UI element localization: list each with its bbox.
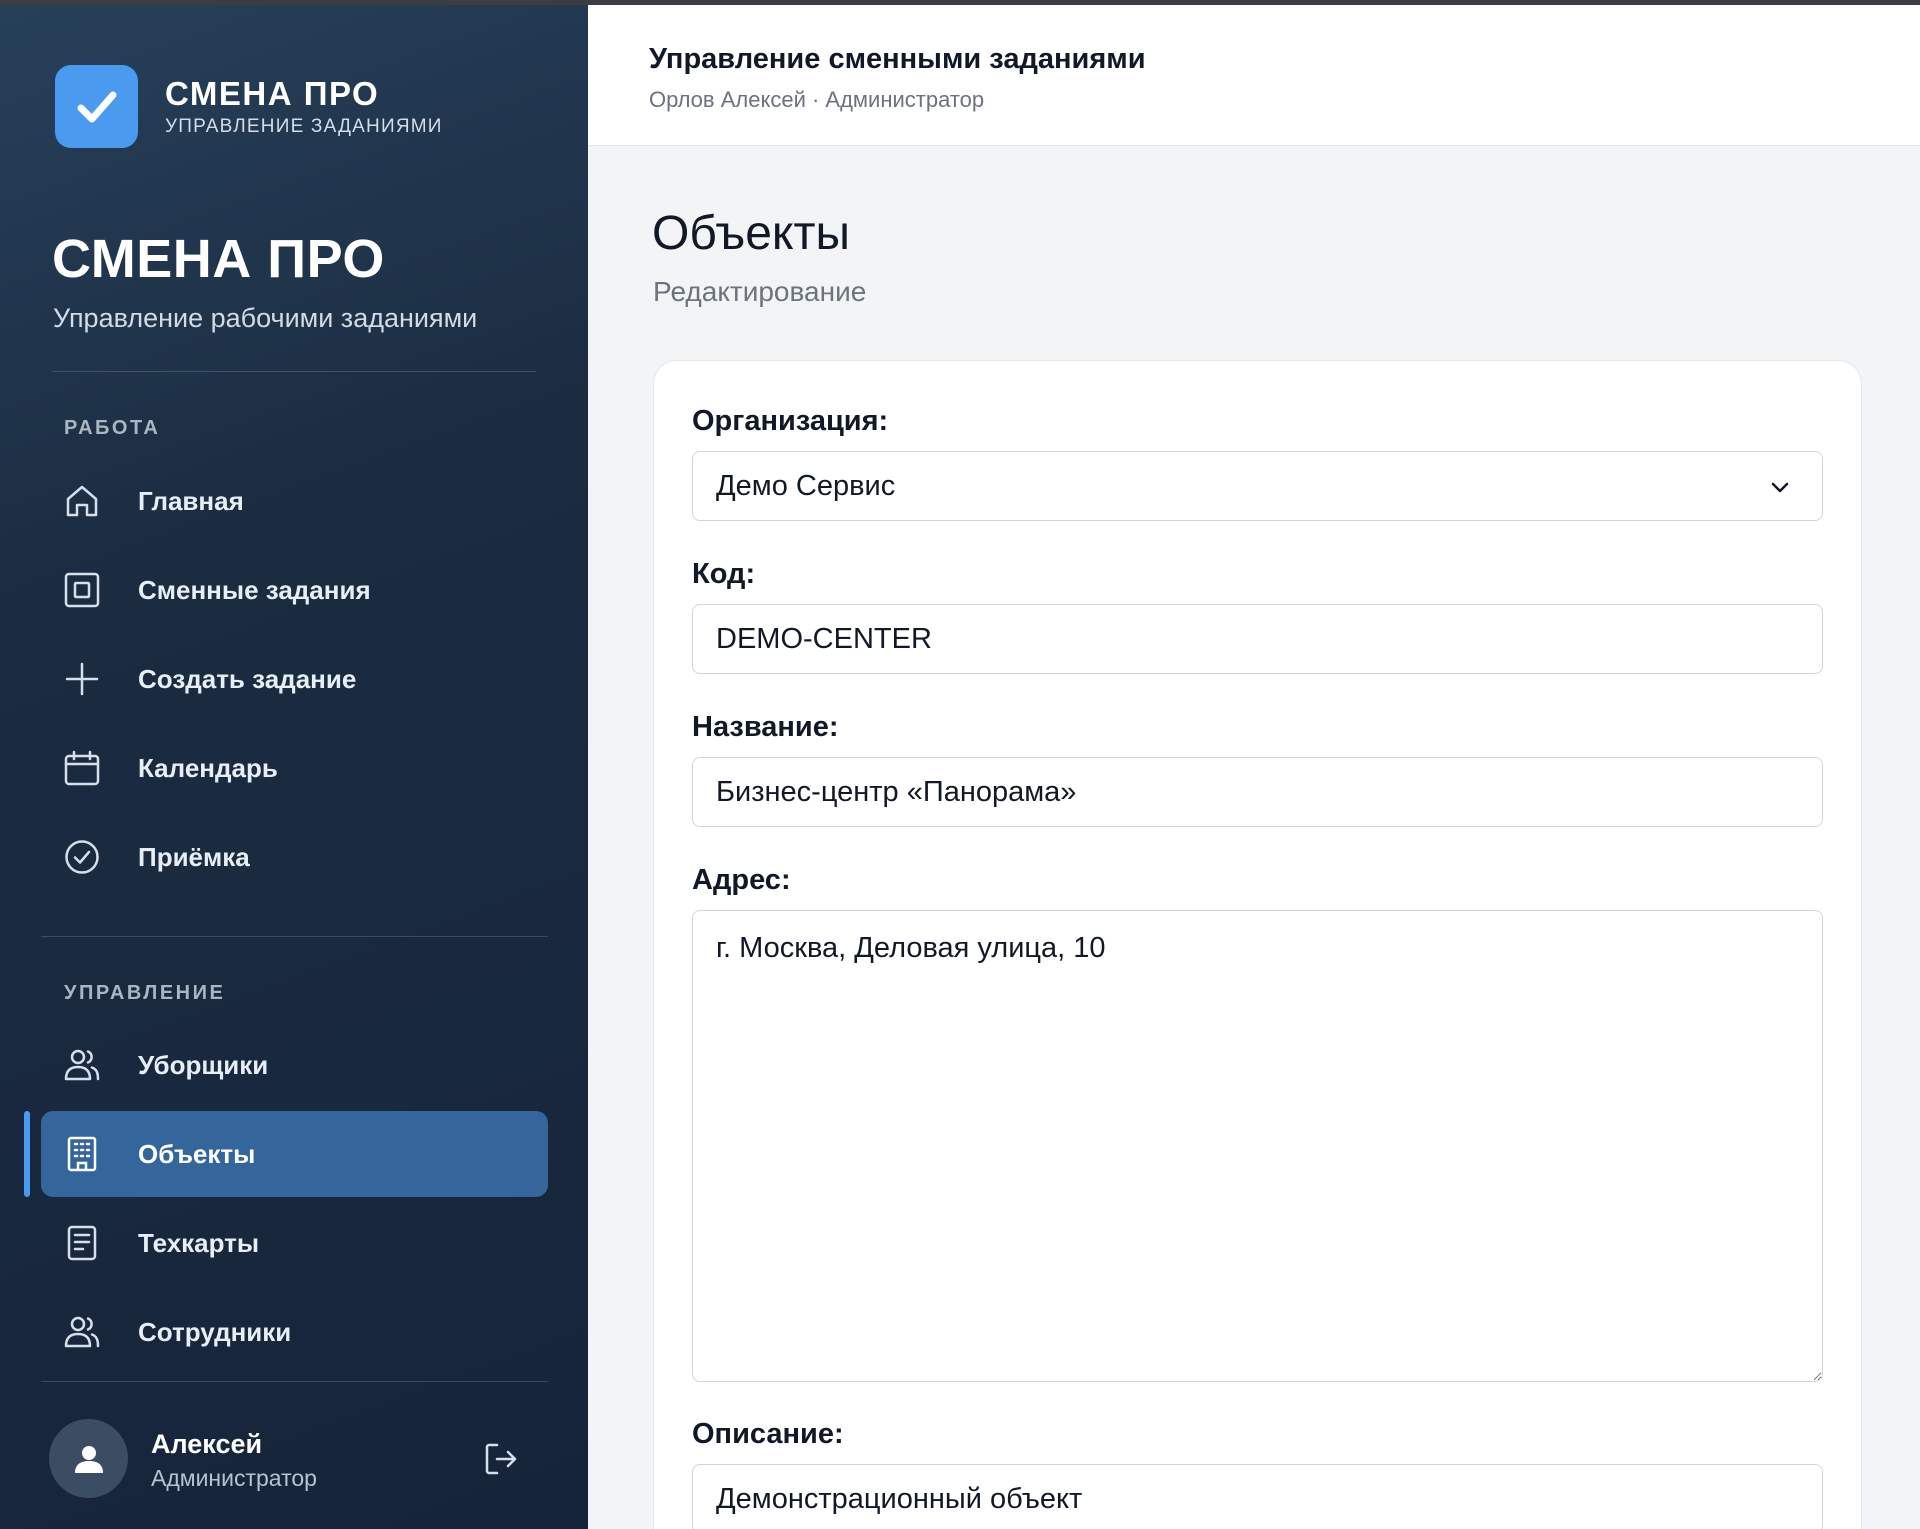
sidebar-item-label: Объекты bbox=[138, 1138, 256, 1169]
document-icon bbox=[67, 1225, 97, 1261]
sidebar-item-label: Главная bbox=[138, 485, 244, 516]
code-label: Код: bbox=[692, 558, 756, 590]
sidebar-item-cleaners[interactable]: Уборщики bbox=[41, 1022, 548, 1108]
app-subtitle: Управление рабочими заданиями bbox=[53, 303, 478, 333]
sidebar: СМЕНА ПРО УПРАВЛЕНИЕ ЗАДАНИЯМИ СМЕНА ПРО… bbox=[0, 5, 588, 1529]
sidebar-item-tech-cards[interactable]: Техкарты bbox=[41, 1200, 548, 1286]
building-icon bbox=[67, 1136, 97, 1172]
users-icon bbox=[64, 1049, 100, 1081]
logout-icon[interactable] bbox=[481, 1439, 521, 1479]
user-role: Администратор bbox=[151, 1465, 317, 1491]
sidebar-item-objects[interactable]: Объекты bbox=[41, 1111, 548, 1197]
divider bbox=[41, 936, 548, 937]
sidebar-item-label: Сотрудники bbox=[138, 1316, 292, 1347]
code-input[interactable] bbox=[692, 604, 1823, 674]
user-icon bbox=[74, 1445, 103, 1473]
task-square-icon bbox=[64, 572, 100, 608]
user-name: Алексей bbox=[151, 1429, 263, 1459]
sidebar-item-label: Уборщики bbox=[138, 1049, 269, 1080]
avatar[interactable] bbox=[49, 1419, 128, 1498]
plus-icon bbox=[65, 662, 99, 696]
brand-subtitle: УПРАВЛЕНИЕ ЗАДАНИЯМИ bbox=[165, 115, 443, 137]
sidebar-item-label: Создать задание bbox=[138, 663, 357, 694]
organization-select-value: Демо Сервис bbox=[716, 469, 896, 502]
divider bbox=[41, 1381, 548, 1382]
address-textarea[interactable]: г. Москва, Деловая улица, 10 bbox=[692, 910, 1823, 1382]
sidebar-item-calendar[interactable]: Календарь bbox=[41, 725, 548, 811]
page-title: Объекты bbox=[652, 207, 850, 260]
section-title-manage: УПРАВЛЕНИЕ bbox=[64, 982, 226, 1004]
sidebar-item-label: Техкарты bbox=[138, 1227, 260, 1258]
users-icon bbox=[64, 1316, 100, 1348]
brand-name: СМЕНА ПРО bbox=[165, 74, 380, 112]
header-subtitle: Орлов Алексей · Администратор bbox=[649, 87, 985, 112]
user-profile: Алексей Администратор bbox=[49, 1419, 539, 1499]
brand: СМЕНА ПРО УПРАВЛЕНИЕ ЗАДАНИЯМИ bbox=[55, 65, 443, 148]
sidebar-item-label: Приёмка bbox=[138, 841, 250, 872]
name-input[interactable] bbox=[692, 757, 1823, 827]
home-icon bbox=[66, 485, 98, 517]
page-subtitle: Редактирование bbox=[653, 276, 867, 307]
window-top-strip bbox=[0, 0, 1920, 5]
check-circle-icon bbox=[65, 840, 99, 874]
top-header: Управление сменными заданиями Орлов Алек… bbox=[588, 5, 1920, 146]
sidebar-item-shift-tasks[interactable]: Сменные задания bbox=[41, 547, 548, 633]
organization-label: Организация: bbox=[692, 405, 889, 437]
description-input[interactable] bbox=[692, 1464, 1823, 1529]
calendar-icon bbox=[64, 750, 100, 786]
divider bbox=[52, 371, 536, 372]
sidebar-item-label: Календарь bbox=[138, 752, 278, 783]
sidebar-item-label: Сменные задания bbox=[138, 574, 371, 605]
sidebar-item-acceptance[interactable]: Приёмка bbox=[41, 814, 548, 900]
description-label: Описание: bbox=[692, 1418, 844, 1450]
section-title-work: РАБОТА bbox=[64, 417, 161, 439]
address-label: Адрес: bbox=[692, 864, 791, 896]
sidebar-item-home[interactable]: Главная bbox=[41, 458, 548, 544]
header-title: Управление сменными заданиями bbox=[649, 43, 1146, 75]
app-title: СМЕНА ПРО bbox=[52, 229, 385, 289]
sidebar-item-employees[interactable]: Сотрудники bbox=[41, 1289, 548, 1375]
checkmark-logo-icon bbox=[55, 65, 138, 148]
chevron-down-icon bbox=[1771, 482, 1789, 493]
sidebar-item-create-task[interactable]: Создать задание bbox=[41, 636, 548, 722]
organization-select[interactable]: Демо Сервис bbox=[692, 451, 1823, 521]
active-indicator bbox=[24, 1111, 30, 1197]
name-label: Название: bbox=[692, 711, 839, 743]
